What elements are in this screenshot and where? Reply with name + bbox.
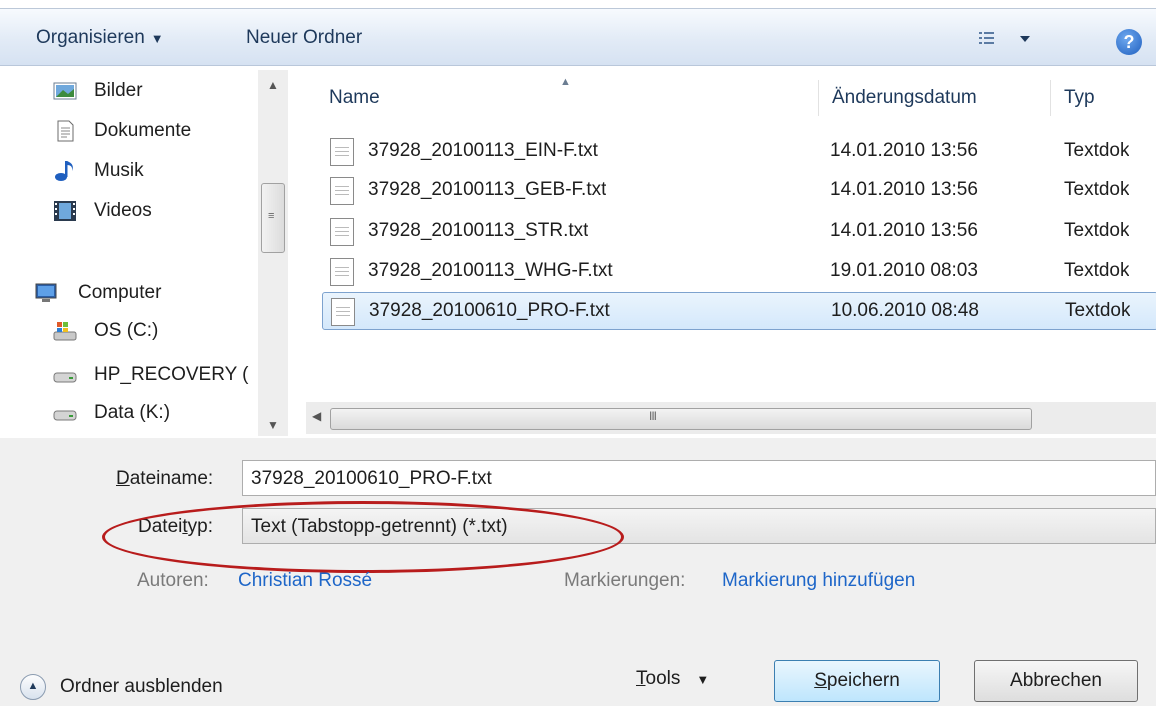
sort-ascending-icon: ▲	[560, 76, 571, 88]
scrollbar-thumb[interactable]: ≡	[261, 183, 285, 253]
column-header-type[interactable]: Typ	[1064, 84, 1095, 112]
filename-label: Dateiname:	[116, 464, 213, 494]
column-header-label: Typ	[1064, 87, 1095, 108]
file-type: Textdok	[1065, 300, 1131, 321]
file-type: Textdok	[1064, 260, 1130, 281]
file-date: 14.01.2010 13:56	[830, 179, 978, 200]
column-divider[interactable]	[818, 80, 819, 116]
file-list-scrollbar[interactable]: ◀ III	[306, 402, 1156, 434]
highlight-ring	[102, 501, 624, 573]
save-button[interactable]: Speichern	[774, 660, 940, 702]
column-header-date[interactable]: Änderungsdatum	[832, 84, 977, 112]
organize-label: Organisieren	[36, 27, 145, 48]
scroll-left-icon[interactable]: ◀	[312, 409, 321, 423]
file-row[interactable]: 37928_20100113_WHG-F.txt 19.01.2010 08:0…	[322, 253, 1156, 289]
tags-link[interactable]: Markierung hinzufügen	[722, 570, 915, 592]
file-row[interactable]: 37928_20100113_STR.txt 14.01.2010 13:56 …	[322, 213, 1156, 249]
system-drive-icon	[53, 322, 77, 341]
column-header-label: Name	[329, 87, 380, 108]
pictures-icon	[53, 82, 77, 100]
file-name: 37928_20100113_STR.txt	[368, 220, 589, 241]
nav-label: Musik	[94, 160, 144, 181]
help-icon[interactable]: ?	[1116, 29, 1142, 55]
column-divider[interactable]	[1050, 80, 1051, 116]
hide-folders-link[interactable]: Ordner ausblenden	[60, 676, 223, 698]
filename-value: 37928_20100610_PRO-F.txt	[251, 468, 492, 489]
chevron-down-icon: ▼	[150, 31, 164, 46]
cancel-button[interactable]: Abbrechen	[974, 660, 1138, 702]
file-date: 14.01.2010 13:56	[830, 220, 978, 241]
file-row-selected[interactable]: 37928_20100610_PRO-F.txt 10.06.2010 08:4…	[322, 292, 1156, 330]
scroll-down-icon[interactable]: ▼	[263, 418, 283, 434]
file-type: Textdok	[1064, 220, 1130, 241]
access-key: S	[814, 670, 827, 691]
nav-label: HP_RECOVERY (	[94, 364, 249, 385]
chevron-down-icon: ▼	[696, 672, 710, 687]
organize-button[interactable]: Organisieren ▼	[36, 27, 164, 49]
navigation-pane: Bilder Dokumente Musik Videos Computer O…	[0, 66, 292, 438]
drive-icon	[53, 372, 77, 383]
command-bar: Organisieren ▼ Neuer Ordner ?	[0, 9, 1156, 66]
view-list-icon	[979, 32, 1030, 44]
documents-icon	[57, 120, 74, 142]
label-text: peichern	[826, 670, 900, 691]
file-date: 14.01.2010 13:56	[830, 140, 978, 161]
text-file-icon	[331, 298, 355, 326]
file-name: 37928_20100113_EIN-F.txt	[368, 140, 598, 161]
new-folder-button[interactable]: Neuer Ordner	[246, 27, 362, 49]
file-date: 10.06.2010 08:48	[831, 300, 979, 321]
collapse-up-icon[interactable]: ▲	[20, 674, 46, 700]
label-text: ools	[645, 668, 681, 689]
navigation-scrollbar[interactable]: ▲ ≡ ▼	[258, 70, 288, 436]
computer-icon	[35, 283, 57, 302]
file-type: Textdok	[1064, 179, 1130, 200]
filename-input[interactable]: 37928_20100610_PRO-F.txt	[242, 460, 1156, 496]
scroll-up-icon[interactable]: ▲	[263, 78, 283, 94]
access-key: D	[116, 468, 130, 489]
music-icon	[55, 161, 73, 181]
nav-label: Bilder	[94, 80, 143, 101]
videos-icon	[54, 201, 76, 221]
nav-label: Dokumente	[94, 120, 192, 141]
chevron-down-icon	[1020, 36, 1030, 42]
text-file-icon	[330, 177, 354, 205]
text-file-icon	[330, 138, 354, 166]
new-folder-label: Neuer Ordner	[246, 27, 363, 48]
column-header-name[interactable]: Name	[329, 84, 380, 112]
file-list	[306, 66, 1156, 438]
file-row[interactable]: 37928_20100113_EIN-F.txt 14.01.2010 13:5…	[322, 133, 1156, 169]
column-header-label: Änderungsdatum	[832, 87, 977, 108]
scrollbar-thumb[interactable]: III	[330, 408, 1032, 430]
nav-label: OS (C:)	[94, 320, 159, 341]
view-options-button[interactable]	[976, 27, 1036, 51]
tools-button[interactable]: Tools ▼	[636, 668, 709, 690]
file-row[interactable]: 37928_20100113_GEB-F.txt 14.01.2010 13:5…	[322, 172, 1156, 208]
file-date: 19.01.2010 08:03	[830, 260, 978, 281]
authors-label: Autoren:	[137, 570, 209, 591]
authors-link[interactable]: Christian Rossé	[238, 570, 372, 592]
file-name: 37928_20100610_PRO-F.txt	[369, 300, 610, 321]
window-top-edge	[0, 0, 1156, 9]
text-file-icon	[330, 258, 354, 286]
drive-icon	[53, 410, 77, 421]
text-file-icon	[330, 218, 354, 246]
access-key: T	[636, 668, 646, 689]
label-text: ateiname:	[129, 468, 214, 489]
nav-label: Data (K:)	[94, 402, 171, 423]
nav-label: Videos	[94, 200, 152, 221]
file-name: 37928_20100113_WHG-F.txt	[368, 260, 613, 281]
file-type: Textdok	[1064, 140, 1130, 161]
tags-label: Markierungen:	[564, 570, 686, 591]
nav-label: Computer	[78, 282, 162, 303]
file-name: 37928_20100113_GEB-F.txt	[368, 179, 607, 200]
